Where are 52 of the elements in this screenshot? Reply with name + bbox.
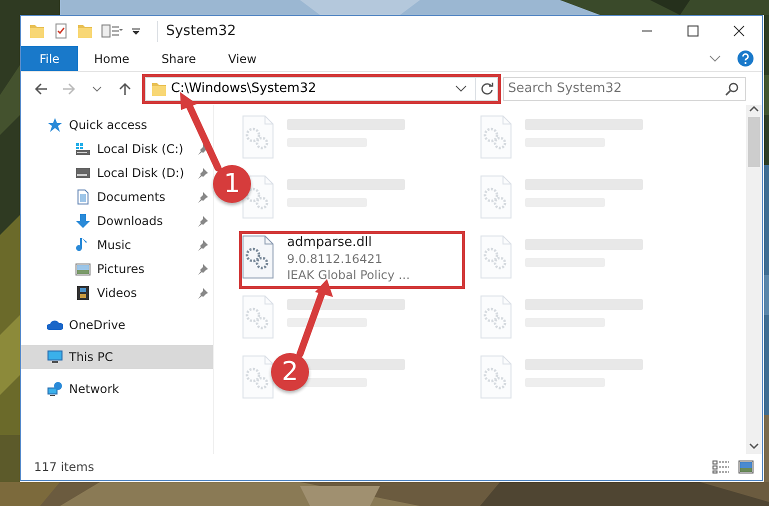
address-field[interactable]: C:\Windows\System32 bbox=[167, 78, 455, 98]
close-icon bbox=[733, 25, 745, 37]
checklist-icon[interactable] bbox=[53, 23, 69, 39]
file-menu-button[interactable]: File bbox=[21, 46, 78, 71]
nav-item[interactable]: Quick access bbox=[21, 113, 213, 137]
ribbon-tab[interactable]: Share bbox=[145, 46, 212, 71]
ribbon-tab[interactable]: View bbox=[212, 46, 273, 71]
file-detail: IEAK Global Policy ... bbox=[287, 267, 410, 283]
folder-icon bbox=[151, 80, 167, 96]
picture-icon bbox=[75, 261, 91, 277]
item-count: 117 items bbox=[34, 459, 94, 476]
properties-icon[interactable] bbox=[101, 23, 123, 39]
scroll-up-icon[interactable] bbox=[749, 105, 759, 113]
large-icons-view-icon[interactable] bbox=[738, 460, 754, 474]
scroll-thumb[interactable] bbox=[748, 117, 760, 167]
back-icon bbox=[34, 82, 48, 96]
drive-icon bbox=[75, 141, 91, 157]
drive-icon bbox=[75, 165, 91, 181]
file-detail: 9.0.8112.16421 bbox=[287, 251, 384, 267]
nav-item[interactable]: Music bbox=[21, 233, 213, 257]
nav-item[interactable]: Network bbox=[21, 377, 213, 401]
nav-item[interactable]: Videos bbox=[21, 281, 213, 305]
network-icon bbox=[47, 381, 63, 397]
nav-item[interactable]: Documents bbox=[21, 185, 213, 209]
dll-file-icon[interactable] bbox=[241, 235, 275, 279]
search-field[interactable]: Search System32 bbox=[504, 78, 725, 98]
ribbon-tab[interactable]: Home bbox=[78, 46, 146, 71]
search-box[interactable]: Search System32 bbox=[503, 76, 746, 100]
document-icon bbox=[75, 189, 91, 205]
nav-item[interactable]: Downloads bbox=[21, 209, 213, 233]
nav-item[interactable]: Pictures bbox=[21, 257, 213, 281]
help-icon[interactable] bbox=[737, 50, 754, 67]
nav-item[interactable]: OneDrive bbox=[21, 313, 213, 337]
star-icon bbox=[47, 117, 63, 133]
expand-ribbon-icon[interactable] bbox=[709, 54, 721, 62]
nav-item[interactable]: Local Disk (D:) bbox=[21, 161, 213, 185]
dropdown-caret-icon[interactable] bbox=[455, 84, 467, 92]
film-icon bbox=[75, 285, 91, 301]
scroll-down-icon[interactable] bbox=[749, 442, 759, 450]
refresh-icon bbox=[480, 82, 494, 96]
maximize-icon bbox=[687, 25, 699, 37]
scrollbar[interactable] bbox=[746, 105, 762, 454]
search-icon bbox=[725, 82, 739, 96]
window-title: System32 bbox=[157, 20, 236, 42]
monitor-icon bbox=[47, 349, 63, 365]
forward-icon bbox=[62, 82, 76, 96]
details-view-icon[interactable] bbox=[712, 460, 730, 474]
up-icon bbox=[118, 82, 132, 96]
download-arrow-icon bbox=[75, 213, 91, 229]
nav-item[interactable]: Local Disk (C:) bbox=[21, 137, 213, 161]
nav-item[interactable]: This PC bbox=[21, 345, 213, 369]
file-name[interactable]: admparse.dll bbox=[287, 235, 410, 251]
